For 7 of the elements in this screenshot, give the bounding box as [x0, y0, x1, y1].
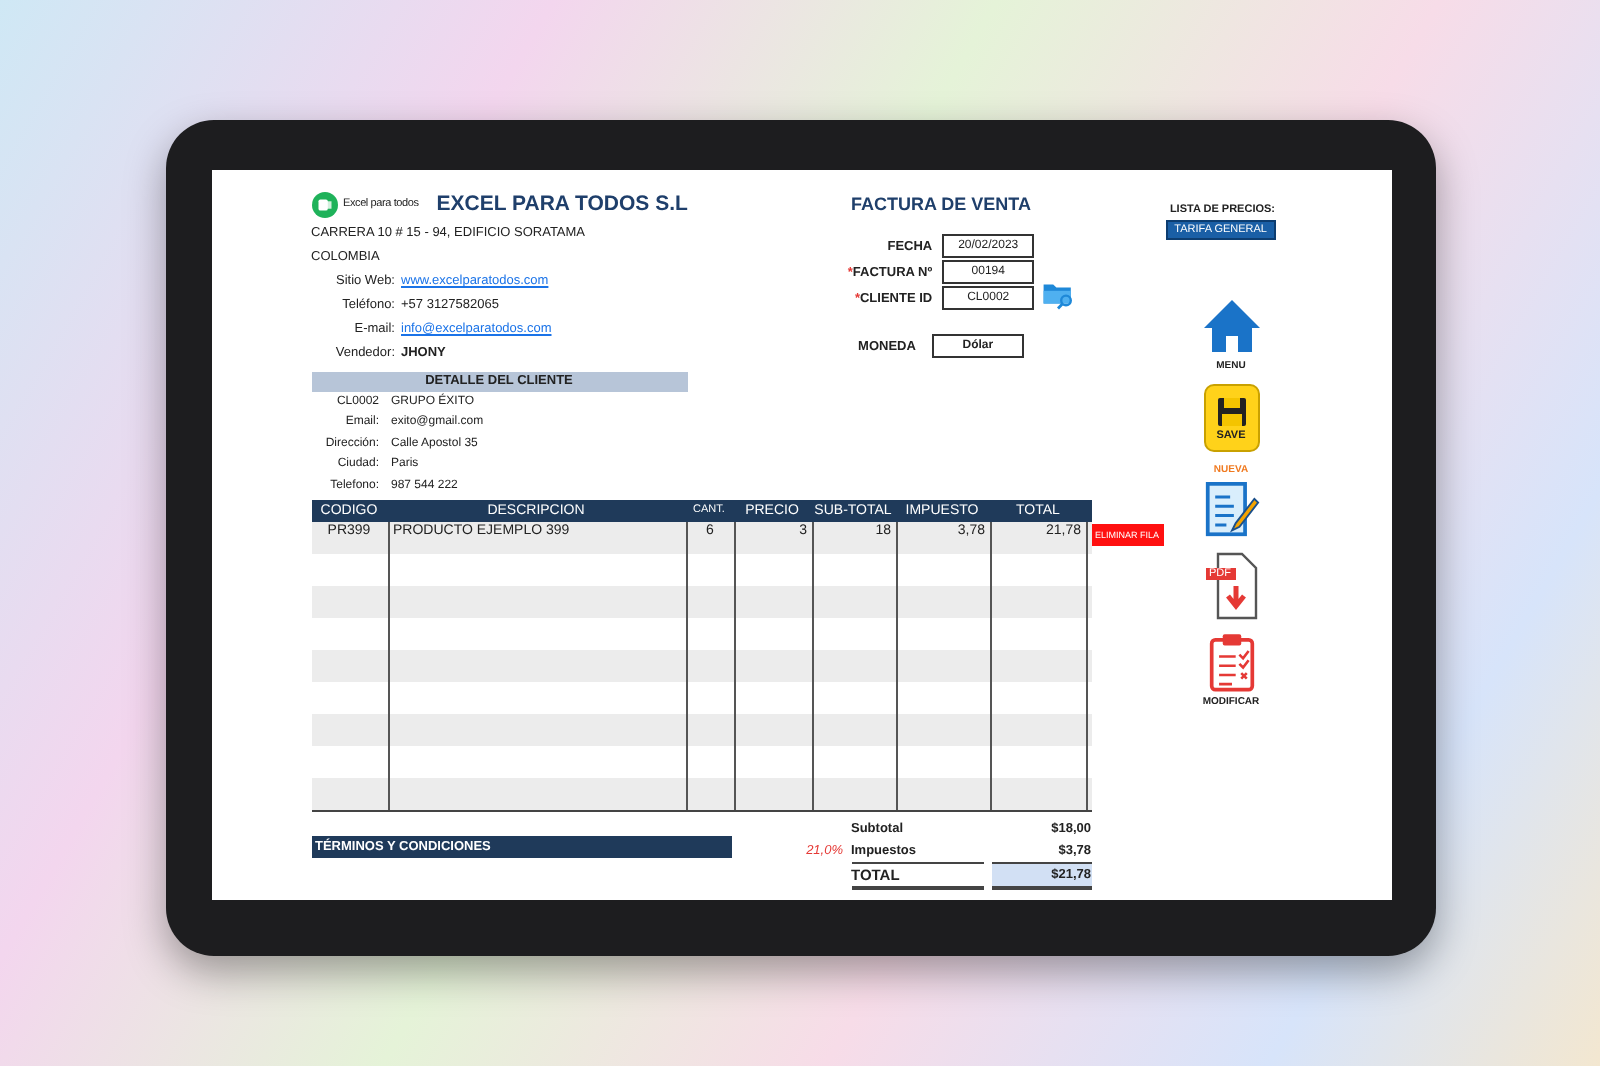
folder-search-icon[interactable]	[1042, 278, 1075, 310]
home-icon[interactable]	[1201, 296, 1261, 356]
invoice-title: FACTURA DE VENTA	[851, 194, 1031, 214]
document-pencil-icon[interactable]	[1203, 480, 1259, 540]
company-name: EXCEL PARA TODOS S.L	[436, 192, 688, 216]
clipboard-icon[interactable]	[1207, 632, 1255, 692]
logo-icon	[311, 191, 337, 217]
